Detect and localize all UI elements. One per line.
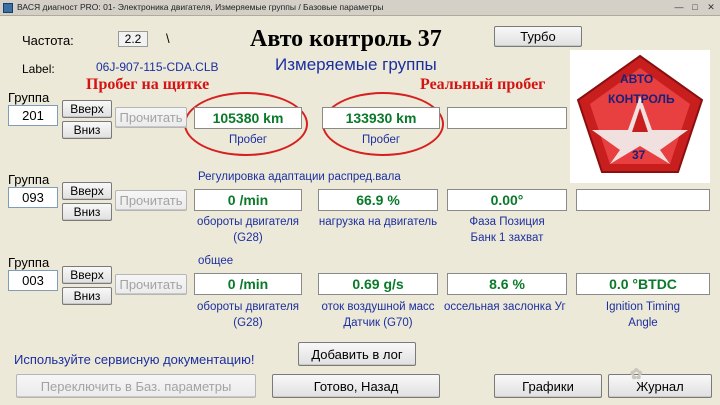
annotation-real-odometer: Реальный пробег	[420, 76, 546, 93]
service-doc-notice: Используйте сервисную документацию!	[14, 352, 255, 367]
frequency-suffix: \	[166, 31, 170, 46]
group-2-value-2: 66.9 %	[318, 189, 438, 211]
group-2-caption-3: Фаза Позиция Банк 1 захват	[469, 216, 545, 244]
group-1-up-button[interactable]: Вверх	[62, 100, 112, 118]
graphs-button[interactable]: Графики	[494, 374, 602, 398]
maximize-icon[interactable]: □	[688, 1, 702, 14]
group-1-label: Группа	[8, 90, 50, 105]
logo-text-3: 37	[632, 148, 646, 162]
group-2-caption-1: обороты двигателя (G28)	[196, 216, 300, 244]
group-2-title: Регулировка адаптации распред.вала	[198, 171, 401, 183]
section-title: Измеряемые группы	[275, 55, 437, 74]
group-3-value-4: 0.0 °BTDC	[576, 273, 710, 295]
group-1-down-button[interactable]: Вниз	[62, 121, 112, 139]
brand-title: Авто контроль 37	[250, 26, 442, 52]
group-2-value-1: 0 /min	[194, 189, 302, 211]
group-1-value-3	[447, 107, 567, 129]
journal-button[interactable]: Журнал	[608, 374, 712, 398]
add-to-log-button[interactable]: Добавить в лог	[298, 342, 416, 366]
group-1-read-button[interactable]: Прочитать	[115, 107, 187, 128]
group-2-down-button[interactable]: Вниз	[62, 203, 112, 221]
group-1-number-input[interactable]: 201	[8, 105, 58, 126]
logo-emblem-icon	[576, 54, 704, 173]
group-3-up-button[interactable]: Вверх	[62, 266, 112, 284]
group-1-value-1: 105380 km	[194, 107, 302, 129]
label-value: 06J-907-115-CDA.CLB	[96, 60, 219, 74]
close-icon[interactable]: ✕	[704, 1, 718, 14]
group-2-read-button[interactable]: Прочитать	[115, 190, 187, 211]
group-2-value-3: 0.00°	[447, 189, 567, 211]
frequency-value: 2.2	[118, 31, 148, 47]
group-3-label: Группа	[8, 255, 50, 270]
app-icon	[3, 3, 13, 13]
group-3-title: общее	[198, 255, 234, 267]
group-1-caption-1: Пробег	[228, 134, 268, 146]
group-3-value-2: 0.69 g/s	[318, 273, 438, 295]
window-titlebar: ВАСЯ диагност PRO: 01- Электроника двига…	[0, 0, 720, 16]
group-3-read-button[interactable]: Прочитать	[115, 274, 187, 295]
label-caption: Label:	[22, 62, 55, 76]
group-2-caption-2: нагрузка на двигатель	[318, 216, 438, 228]
group-2-value-4	[576, 189, 710, 211]
turbo-button[interactable]: Турбо	[494, 26, 582, 47]
group-3-down-button[interactable]: Вниз	[62, 287, 112, 305]
annotation-dash-odometer: Пробег на щитке	[86, 76, 210, 93]
window-title: ВАСЯ диагност PRO: 01- Электроника двига…	[17, 2, 384, 12]
group-3-caption-1: обороты двигателя (G28)	[196, 301, 300, 329]
group-3-caption-4: Ignition Timing Angle	[605, 301, 681, 329]
group-2-up-button[interactable]: Вверх	[62, 182, 112, 200]
logo-text-2: КОНТРОЛЬ	[608, 92, 675, 106]
group-3-caption-3: оссельная заслонка Уг	[444, 301, 566, 313]
group-3-value-3: 8.6 %	[447, 273, 567, 295]
logo: АВТО КОНТРОЛЬ 37	[570, 50, 710, 183]
frequency-label: Частота:	[22, 33, 74, 48]
switch-basic-params-button[interactable]: Переключить в Баз. параметры	[16, 374, 256, 398]
watermark-icon: ✿	[630, 366, 643, 383]
logo-text-1: АВТО	[620, 72, 654, 86]
group-2-label: Группа	[8, 172, 50, 187]
group-1-caption-2: Пробег	[361, 134, 401, 146]
group-3-caption-2: оток воздушной масс Датчик (G70)	[321, 301, 435, 329]
group-3-value-1: 0 /min	[194, 273, 302, 295]
group-1-value-2: 133930 km	[322, 107, 440, 129]
group-2-number-input[interactable]: 093	[8, 187, 58, 208]
group-3-number-input[interactable]: 003	[8, 270, 58, 291]
done-back-button[interactable]: Готово, Назад	[272, 374, 440, 398]
minimize-icon[interactable]: —	[672, 1, 686, 14]
